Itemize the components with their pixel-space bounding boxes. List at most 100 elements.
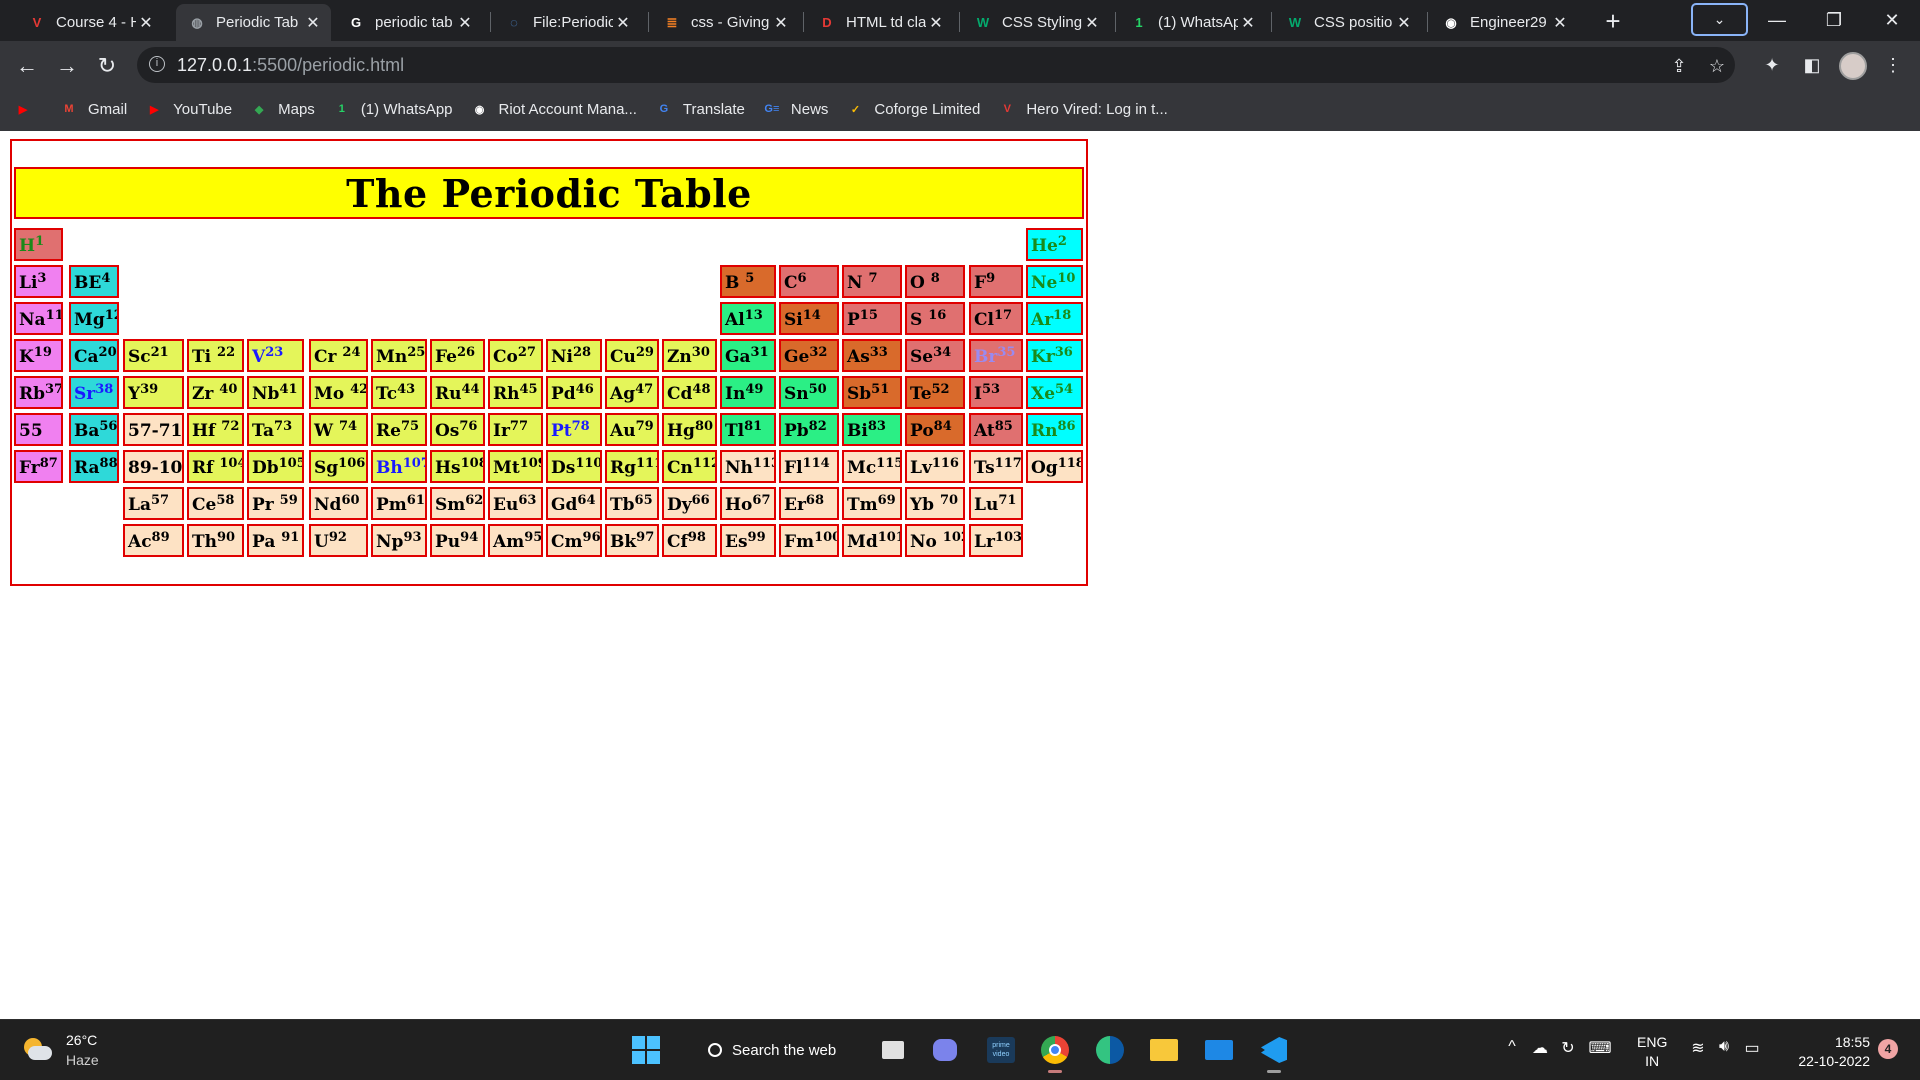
atomic-number: 62 [465,493,484,508]
start-icon[interactable] [628,1032,664,1068]
close-tab-icon[interactable]: ✕ [136,13,156,33]
forward-button[interactable]: → [51,50,83,82]
bookmark-item[interactable]: ◉ Riot Account Mana... [471,101,637,118]
element-symbol: Ru [435,384,462,404]
close-tab-icon[interactable]: ✕ [613,13,633,33]
sync-icon[interactable]: ↻ [1556,1038,1580,1058]
tab-3[interactable]: Gperiodic tab ✕ [335,4,483,41]
element-symbol: As [847,347,870,367]
bookmark-star-icon[interactable]: ☆ [1705,54,1729,78]
chevron-up-icon[interactable]: ^ [1500,1038,1524,1056]
vscode-icon[interactable] [1256,1032,1292,1073]
clock[interactable]: 18:55 22-10-2022 [1790,1033,1870,1071]
reload-button[interactable]: ↻ [91,50,123,82]
share-icon[interactable]: ⇪ [1667,54,1691,78]
taskbar-search[interactable]: Search the web [690,1033,840,1067]
wifi-icon[interactable]: ≋ [1686,1038,1710,1058]
element-cell: Nd60 [309,487,368,520]
bookmark-item[interactable]: ✓ Coforge Limited [846,101,981,118]
element-symbol: Pu [435,532,461,552]
bookmark-item[interactable]: ▶ YouTube [145,101,232,118]
tab-4[interactable]: ◌ File:Periodic ✕ [493,4,641,41]
mail-icon[interactable] [1201,1032,1237,1068]
tab-6[interactable]: D HTML td cla ✕ [806,4,954,41]
bookmark-item[interactable]: ◆ Maps [250,101,315,118]
site-info-icon[interactable]: i [149,56,165,72]
bookmark-item[interactable]: V Hero Vired: Log in t... [998,101,1168,118]
close-tab-icon[interactable]: ✕ [926,13,946,33]
bookmark-item[interactable]: G≡ News [763,101,828,118]
tab-title: HTML td cla [846,14,926,31]
close-tab-icon[interactable]: ✕ [1082,13,1102,33]
keyboard-icon[interactable]: ⌨ [1588,1038,1612,1058]
element-symbol: P [847,310,860,330]
notification-badge[interactable]: 4 [1878,1039,1898,1059]
atomic-number: 54 [1055,382,1074,397]
weather-widget[interactable]: 26°C Haze [20,1030,99,1070]
bookmark-item[interactable]: M Gmail [60,101,127,118]
close-tab-icon[interactable]: ✕ [771,13,791,33]
bookmark-item[interactable]: 1 (1) WhatsApp [333,101,453,118]
chrome-icon[interactable] [1037,1032,1073,1073]
atomic-number: 68 [805,493,825,508]
close-tab-icon[interactable]: ✕ [1550,13,1570,33]
url-text[interactable]: 127.0.0.1:5500/periodic.html [177,55,404,76]
tab-2[interactable]: ◍ Periodic Tab ✕ [176,4,331,41]
atomic-number: 44 [461,382,480,397]
tab-9[interactable]: W CSS positio ✕ [1274,4,1422,41]
browser-menu-icon[interactable]: ⋮ [1878,50,1908,80]
element-cell: Fr87 [14,450,63,483]
close-tab-icon[interactable]: ✕ [1238,13,1258,33]
extensions-icon[interactable]: ✦ [1757,50,1787,80]
atomic-number: 18 [1053,308,1072,323]
element-cell: Li3 [14,265,63,298]
tab-7[interactable]: W CSS Styling ✕ [962,4,1110,41]
element-symbol: Pa [252,532,282,552]
battery-icon[interactable]: ▭ [1740,1038,1764,1058]
volume-icon[interactable]: 🔊︎ [1712,1038,1736,1056]
bookmark-item[interactable]: ▶ [14,101,42,117]
teams-chat-icon[interactable] [927,1032,963,1068]
tab-5[interactable]: ≣ css - Giving ✕ [651,4,799,41]
close-tab-icon[interactable]: ✕ [303,13,323,33]
bookmark-item[interactable]: G Translate [655,101,745,118]
element-cell: Re75 [371,413,427,446]
language-indicator[interactable]: ENG IN [1637,1033,1667,1071]
close-tab-icon[interactable]: ✕ [1394,13,1414,33]
element-cell: O 8 [905,265,965,298]
address-bar[interactable]: i 127.0.0.1:5500/periodic.html ⇪ ☆ [137,47,1735,83]
tab-10[interactable]: ◉ Engineer29 ✕ [1430,4,1578,41]
restore-button[interactable]: ❐ [1814,5,1854,35]
element-symbol: Eu [493,495,519,515]
element-cell: Ni28 [546,339,602,372]
close-window-button[interactable]: ✕ [1872,5,1912,35]
element-symbol: No [910,532,943,552]
url-host: 127.0.0.1 [177,55,253,75]
minimize-button[interactable]: — [1757,5,1797,35]
tab-1[interactable]: V Course 4 - H ✕ [16,4,164,41]
edge-icon[interactable] [1092,1032,1128,1068]
tab-search-button[interactable]: ⌄ [1691,3,1748,36]
element-cell: 89-103 [123,450,184,483]
element-symbol: Y [128,384,141,404]
onedrive-cloud-icon[interactable]: ☁ [1528,1038,1552,1058]
side-panel-icon[interactable]: ◧ [1797,50,1827,80]
element-symbol: C [784,273,798,293]
atomic-number: 48 [692,382,711,397]
close-tab-icon[interactable]: ✕ [455,13,475,33]
element-cell: H1 [14,228,63,261]
element-symbol: Th [192,532,218,552]
element-cell: Rh45 [488,376,543,409]
back-button[interactable]: ← [11,50,43,82]
profile-avatar[interactable] [1839,52,1867,80]
atomic-number: 41 [279,382,298,397]
file-explorer-icon[interactable] [1146,1032,1182,1068]
atomic-number: 36 [1054,345,1073,360]
atomic-number: 19 [33,345,52,360]
tab-8[interactable]: 1 (1) WhatsAp ✕ [1118,4,1266,41]
new-tab-button[interactable]: + [1599,6,1627,36]
element-symbol: Yb [910,495,940,515]
element-symbol: Ga [725,347,751,367]
task-view-icon[interactable] [875,1032,911,1068]
prime-video-icon[interactable]: prime video [983,1032,1019,1068]
